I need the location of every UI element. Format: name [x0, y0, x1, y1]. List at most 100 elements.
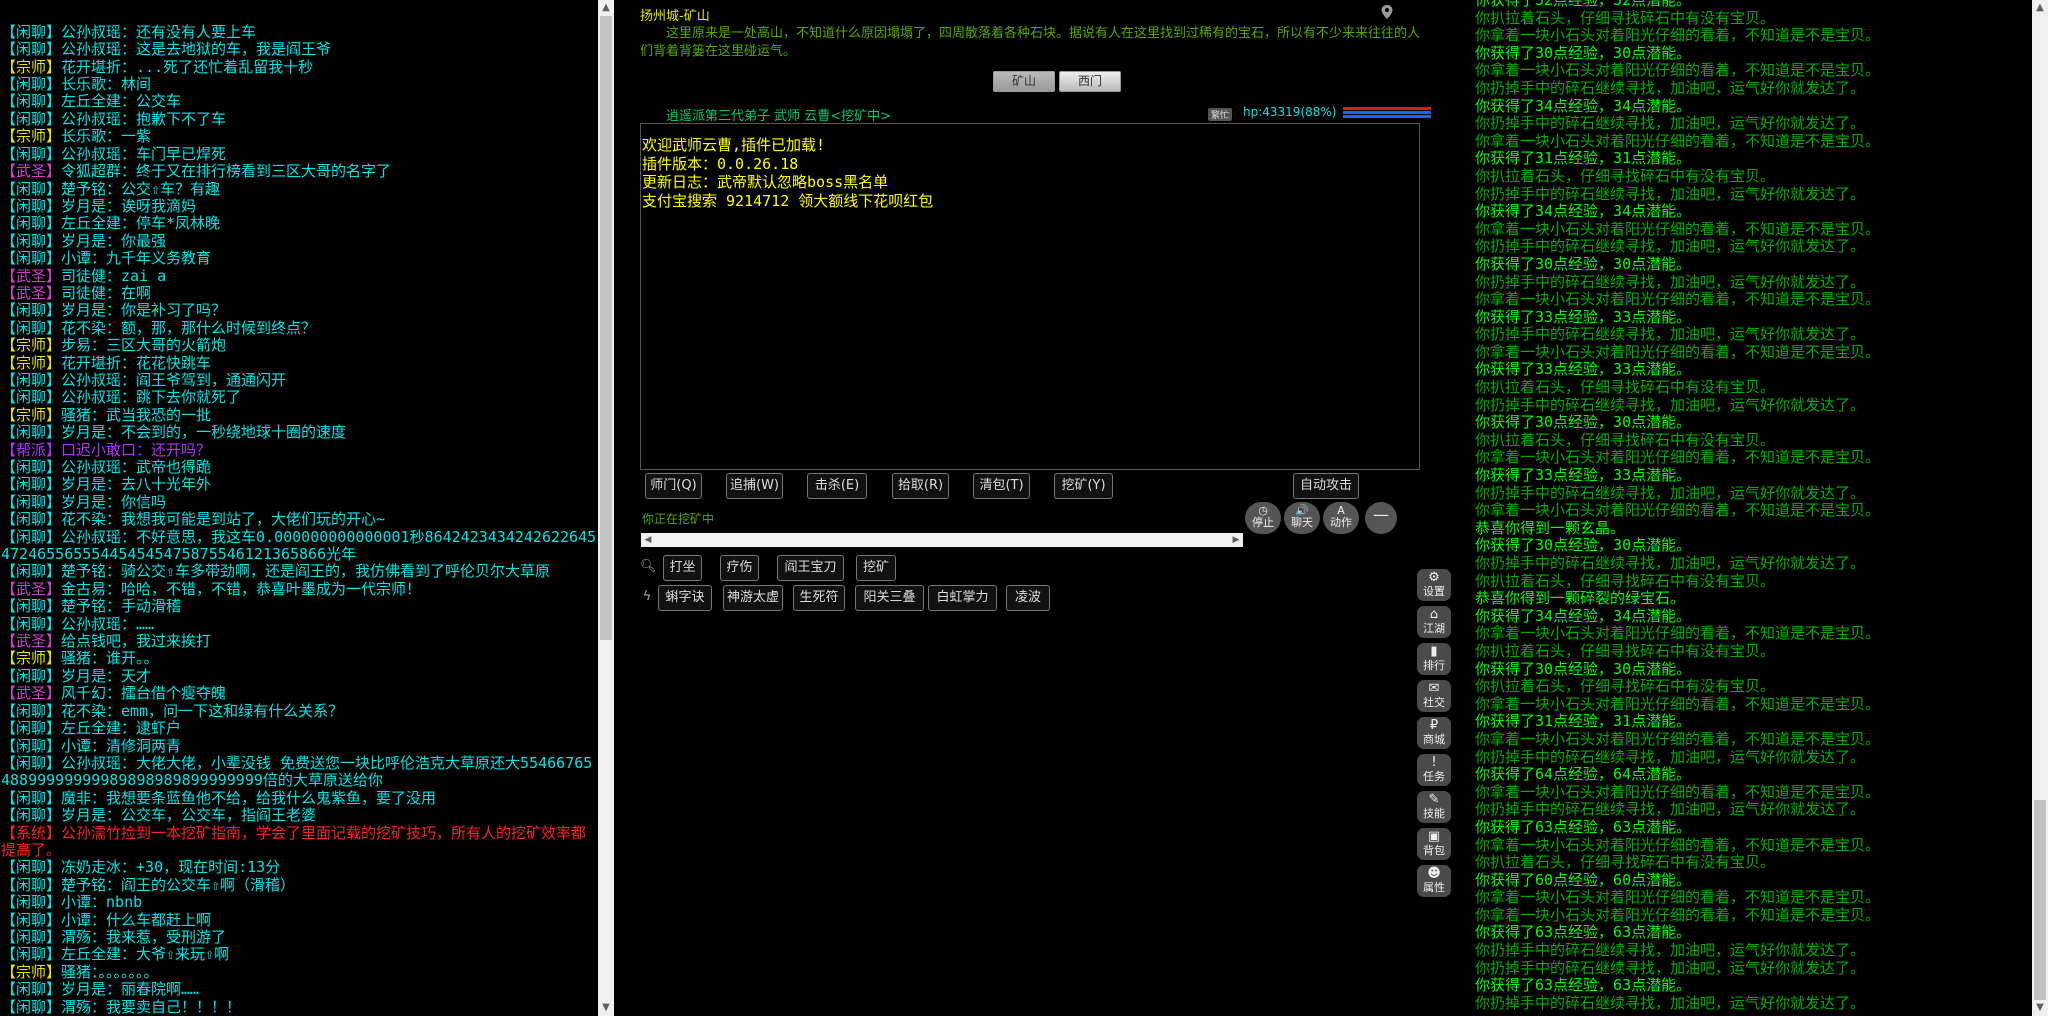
chat-line: 【宗师】花开堪折：...死了还忙着乱留我十秒: [0, 58, 598, 76]
collapse-button[interactable]: —: [1365, 502, 1397, 534]
output-line: 更新日志：武帝默认忽略boss黑名单: [642, 173, 889, 191]
chat-message: 步易：三区大哥的火箭炮: [61, 336, 227, 355]
chat-message: 金古易：哈哈，不错，不错，恭喜叶墨成为一代宗师！: [61, 579, 422, 598]
side-task-button[interactable]: ! 任务: [1417, 754, 1451, 786]
log-line: 恭喜你得到一颗碎裂的绿宝石。: [1475, 589, 1686, 608]
chat-line: 【闲聊】公孙叔瑶：还有没有人要上车: [0, 22, 598, 41]
action-baihongzhangli[interactable]: 白虹掌力: [928, 585, 997, 611]
chat-message: 司徒健：在啊: [61, 283, 152, 302]
side-jianghu-button[interactable]: ⌂ 江湖: [1417, 606, 1451, 638]
chat-message: 左丘全建：公交车: [61, 92, 182, 111]
chat-message: 花开堪折：花花快跳车: [61, 353, 212, 372]
log-line: 你扒拉着石头，仔细寻找碎石中有没有宝贝。: [1475, 853, 1776, 872]
chat-channel-tag: 【闲聊】: [1, 109, 62, 128]
action-shenyoutaixu[interactable]: 神游太虚: [723, 585, 783, 611]
side-ranking-button[interactable]: ▮ 排行: [1417, 643, 1451, 675]
zhuibu-button[interactable]: 追捕(W): [726, 473, 783, 499]
chat-line: 【武圣】令狐超群：终于又在排行榜看到三区大哥的名字了: [0, 162, 598, 180]
scroll-left-arrow-icon[interactable]: ◀: [641, 533, 655, 547]
chat-message: 长乐歌：林间: [61, 75, 152, 94]
map-pin-icon[interactable]: [1380, 4, 1394, 20]
wakuang-button[interactable]: 挖矿(Y): [1054, 473, 1113, 499]
action-yanwangbaodao[interactable]: 阎王宝刀: [777, 555, 844, 581]
chat-message: 公孙叔瑶：大佬大佬，小辈没钱 免费送您一块比呼伦浩克大草原还大554667654…: [1, 753, 593, 790]
chat-line: 【闲聊】魔非：我想要条蓝鱼他不给，给我什么鬼紫鱼，要了没用: [0, 788, 598, 807]
log-line: 你获得了30点经验，30点潜能。: [1475, 43, 1692, 62]
action-liaoshang[interactable]: 疗伤: [720, 555, 759, 581]
bag-icon: ▣: [1427, 829, 1441, 844]
log-line: 你获得了31点经验，31点潜能。: [1475, 149, 1692, 168]
chat-line: 【闲聊】岁月是：你是补习了吗？: [0, 302, 598, 319]
chat-message: 风千幻：擂台借个瘦夺魄: [61, 684, 227, 703]
scroll-up-arrow-icon[interactable]: ▲: [2032, 0, 2048, 16]
output-window: 欢迎武师云曹,插件已加载! 插件版本：0.0.26.18 更新日志：武帝默认忽略…: [640, 123, 1420, 470]
chat-line: 【闲聊】左丘全建：逮虾户: [0, 719, 598, 737]
chat-message: 公孙叔瑶：……: [61, 614, 155, 633]
log-line: 你拿着一块小石头对着阳光仔细的看着，不知道是不是宝贝。: [1475, 131, 1881, 150]
action-wakuang[interactable]: 挖矿: [856, 555, 896, 581]
chat-message: 公孙濡竹捡到一本挖矿指南，学会了里面记载的挖矿技巧，所有人的挖矿效率都提高了。: [1, 823, 587, 859]
game-log: 你获得了32点经验，32点潜能。 你扒拉着石头，仔细寻找碎石中有没有宝贝。 你拿着一…: [1475, 0, 2035, 1016]
log-line: 你获得了34点经验，34点潜能。: [1475, 96, 1692, 115]
chat-toggle-button[interactable]: 🔊 聊天: [1284, 502, 1320, 534]
chat-message: 长乐歌：一紫: [61, 127, 152, 146]
action-shengsifu[interactable]: 生死符: [793, 585, 845, 611]
log-line: 你拿着一块小石头对着阳光仔细的看着，不知道是不是宝贝。: [1475, 888, 1881, 907]
log-line: 你获得了33点经验，33点潜能。: [1475, 360, 1692, 379]
log-line: 你扒拉着石头，仔细寻找碎石中有没有宝贝。: [1475, 166, 1776, 185]
chat-message: 公孙叔瑶：还有没有人要上车: [61, 22, 257, 41]
side-settings-button[interactable]: ⚙ 设置: [1417, 569, 1451, 601]
chat-message: 给点钱吧，我过来挨打: [61, 632, 212, 651]
side-shop-button[interactable]: ₽ 商城: [1417, 717, 1451, 749]
action-icon: A: [1337, 504, 1345, 517]
chat-message: 骚猪：武当我恐的一批: [61, 405, 212, 424]
speaker-icon: 🔊: [1295, 504, 1309, 517]
auto-attack-button[interactable]: 自动攻击: [1293, 473, 1359, 499]
chat-message: 楚予铭：手动滑稽: [61, 597, 182, 616]
jisha-button[interactable]: 击杀(E): [807, 473, 867, 499]
log-line: 你拿着一块小石头对着阳光仔细的看着，不知道是不是宝贝。: [1475, 835, 1881, 854]
log-line: 你扔掉手中的碎石继续寻找，加油吧，运气好你就发达了。: [1475, 272, 1866, 291]
shimen-button[interactable]: 师门(Q): [645, 473, 702, 499]
scroll-up-arrow-icon[interactable]: ▲: [598, 0, 614, 16]
qingbao-button[interactable]: 清包(T): [973, 473, 1030, 499]
horizontal-scrollbar[interactable]: ◀ ▶: [641, 533, 1243, 547]
hp-text: hp:43319(88%): [1243, 105, 1337, 119]
stop-button[interactable]: ◷ 停止: [1245, 502, 1281, 534]
chat-channel-tag: 【闲聊】: [1, 701, 62, 720]
log-line: 你扒拉着石头，仔细寻找碎石中有没有宝贝。: [1475, 641, 1776, 660]
scroll-down-arrow-icon[interactable]: ▼: [2032, 1000, 2048, 1016]
emote-button[interactable]: A 动作: [1323, 502, 1359, 534]
action-kezijue[interactable]: 蝌字诀: [658, 585, 712, 611]
scroll-thumb[interactable]: [600, 16, 612, 640]
side-bag-button[interactable]: ▣ 背包: [1417, 828, 1451, 860]
log-scrollbar[interactable]: ▲ ▼: [2032, 0, 2048, 1016]
action-yangguansandie[interactable]: 阳关三叠: [855, 585, 924, 611]
scroll-down-arrow-icon[interactable]: ▼: [598, 1000, 614, 1016]
action-dazuo[interactable]: 打坐: [663, 555, 702, 581]
side-skill-button[interactable]: ✎ 技能: [1417, 791, 1451, 823]
side-social-button[interactable]: ✉ 社交: [1417, 680, 1451, 712]
chat-line: 【闲聊】公孙叔瑶：……: [0, 614, 598, 633]
action-lingbo[interactable]: 凌波: [1006, 585, 1050, 611]
chat-line: 【宗师】步易：三区大哥的火箭炮: [0, 336, 598, 355]
chat-line: 【宗师】骚猪：谁开。。: [0, 650, 598, 667]
log-line: 你获得了63点经验，63点潜能。: [1475, 817, 1692, 836]
shiqu-button[interactable]: 拾取(R): [892, 473, 949, 499]
chat-line: 【闲聊】岁月是：你信吗: [0, 493, 598, 511]
chat-message: 渭殇：我来惹，受刑游了: [61, 927, 227, 946]
chat-message: 公孙叔瑶：车门早已焊死: [61, 144, 227, 163]
chat-message: 魔非：我想要条蓝鱼他不给，给我什么鬼紫鱼，要了没用: [61, 788, 437, 807]
exit-kuangshan[interactable]: 矿山: [993, 71, 1055, 92]
log-line: 你获得了60点经验，60点潜能。: [1475, 870, 1692, 889]
log-line: 你获得了64点经验，64点潜能。: [1475, 765, 1692, 784]
side-attributes-button[interactable]: ☻ 属性: [1417, 865, 1451, 897]
chat-scrollbar[interactable]: ▲ ▼: [598, 0, 614, 1016]
exit-ximen[interactable]: 西门: [1059, 71, 1121, 92]
chat-line: 【系统】公孙濡竹捡到一本挖矿指南，学会了里面记载的挖矿技巧，所有人的挖矿效率都提…: [0, 823, 598, 860]
chat-line: 【闲聊】公孙叔瑶：武帝也得跪: [0, 458, 598, 476]
chat-message: 公孙叔瑶：不好意思，我这车0.000000000000001秒864242343…: [1, 527, 597, 564]
scroll-right-arrow-icon[interactable]: ▶: [1229, 533, 1243, 547]
minus-icon: —: [1373, 505, 1389, 524]
scroll-thumb[interactable]: [2034, 800, 2046, 1000]
